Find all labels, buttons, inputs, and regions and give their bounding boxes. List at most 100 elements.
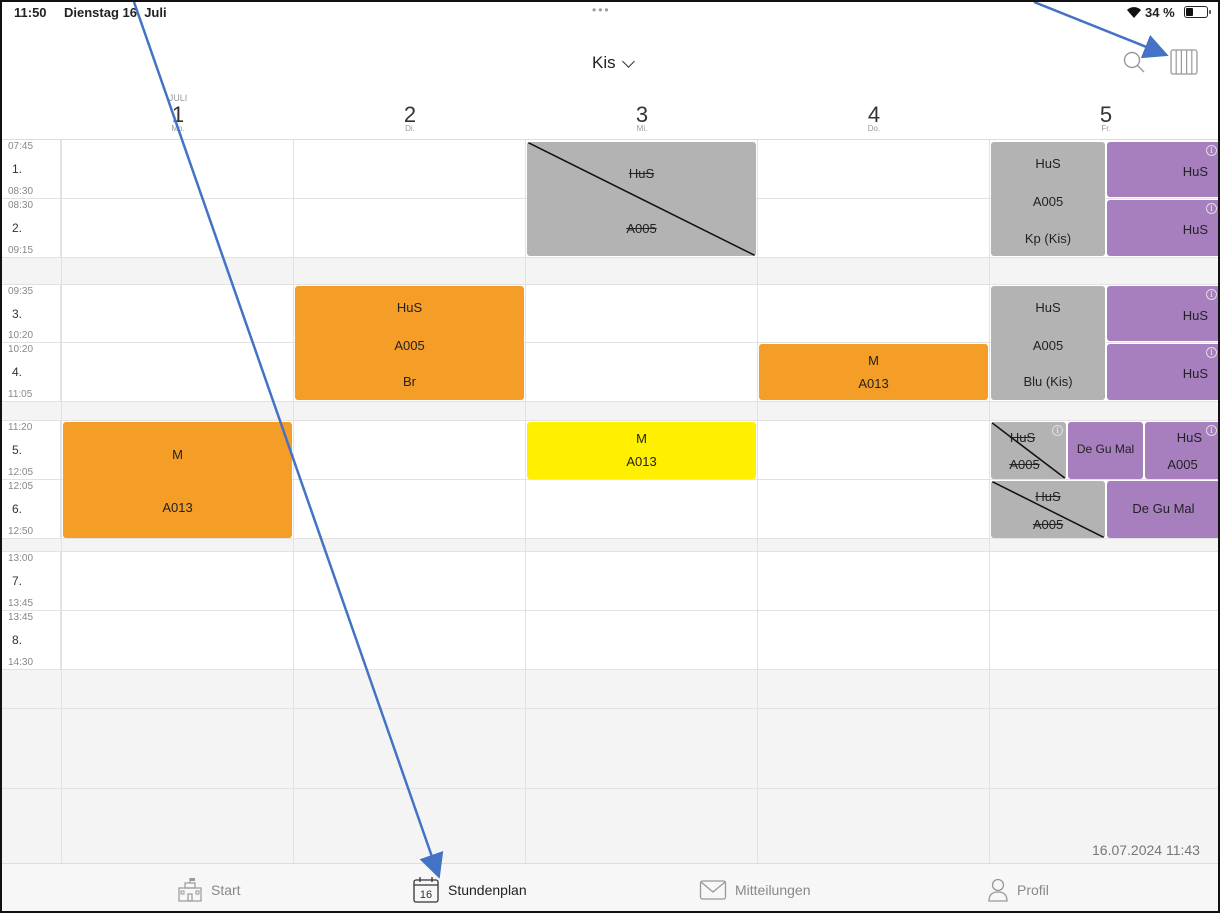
tab-label: Start [211,882,241,898]
weekday-label: Di. [405,124,415,133]
status-bar: 11:50 Dienstag 16. Juli ••• 34 % [2,2,1218,24]
info-icon[interactable]: i [1206,145,1217,156]
column-divider [989,140,990,863]
lesson-teacher: Br [403,374,416,389]
lesson-room: A013 [162,500,193,515]
period-end: 11:05 [8,389,33,400]
lesson-block[interactable]: De Gu Mal [1107,481,1218,538]
period-number: 1. [12,162,23,176]
day-header-tue[interactable]: 2 Di. [294,90,526,140]
lesson-room: A013 [626,454,657,469]
school-building-icon [178,878,202,902]
info-icon[interactable]: i [1206,425,1217,436]
period-end: 12:05 [8,467,34,478]
lesson-block[interactable]: i HuS A005 [1145,422,1218,479]
status-date: Dienstag 16. Juli [64,5,167,20]
day-header-wed[interactable]: 3 Mi. [526,90,758,140]
day-header-fri[interactable]: 5 Fr. [990,90,1218,140]
column-divider [525,140,526,863]
day-header-mon[interactable]: JULI 1 Mo. [62,90,294,140]
period-start: 13:00 [8,553,34,564]
lesson-teacher: Blu (Kis) [1023,374,1073,389]
period-number: 4. [12,365,23,379]
search-icon[interactable] [1122,50,1146,74]
week-view-icon[interactable] [1170,48,1198,76]
class-selector-label: Kis [592,53,616,72]
period-start: 12:05 [8,481,34,492]
tab-stundenplan[interactable]: 16 Stundenplan [412,864,527,911]
wifi-icon [1127,7,1141,18]
lesson-cancelled[interactable]: HuS A005 [991,481,1105,538]
tab-bar: Start 16 Stundenplan Mitteilungen Profil [2,863,1218,911]
column-divider [757,140,758,863]
column-divider [293,140,294,863]
lesson-block[interactable]: M A013 [759,344,988,400]
period-end: 13:45 [8,598,34,609]
empty-row [2,670,1218,709]
lesson-block[interactable]: i HuS [1107,142,1218,197]
person-icon [988,878,1008,902]
lesson-substitution[interactable]: HuS A005 Blu (Kis) [991,286,1105,400]
lesson-block[interactable]: M A013 [527,422,756,479]
lesson-block[interactable]: i HuS [1107,200,1218,256]
class-selector[interactable]: Kis [592,53,635,73]
tab-mitteilungen[interactable]: Mitteilungen [699,864,811,911]
status-time: 11:50 [14,5,47,20]
lesson-block[interactable]: i HuS [1107,286,1218,341]
period-start: 13:45 [8,612,34,623]
period-start: 10:20 [8,344,34,355]
lesson-substitution[interactable]: HuS A005 Kp (Kis) [991,142,1105,256]
lesson-block[interactable]: HuS A005 Br [295,286,524,400]
period-end: 10:20 [8,330,34,341]
weekday-label: Mo. [171,124,185,133]
multitask-dots-icon[interactable]: ••• [592,3,611,17]
period-start: 09:35 [8,286,34,297]
lesson-room: A005 [1009,457,1040,472]
lesson-room: A005 [394,338,425,353]
period-time-cell: 13:45 8. 14:30 [2,611,61,669]
lesson-subject: De Gu Mal [1132,501,1195,516]
empty-row [2,789,1218,863]
lesson-room: A005 [1032,194,1064,209]
calendar-icon-day: 16 [420,889,432,901]
lesson-subject: HuS [628,166,655,181]
timetable-grid: 07:45 1. 08:30 08:30 2. 09:15 09:35 3. 1… [2,140,1218,863]
period-number: 5. [12,443,23,457]
lesson-subject: HuS [1035,489,1061,504]
lesson-room: A005 [1032,338,1064,353]
tab-start[interactable]: Start [177,864,241,911]
period-number: 6. [12,502,23,516]
lesson-subject: De Gu Mal [1076,442,1135,456]
period-end: 08:30 [8,186,34,197]
day-header-thu[interactable]: 4 Do. [758,90,990,140]
lesson-block[interactable]: i HuS [1107,344,1218,400]
empty-row [2,709,1218,789]
lesson-cancelled[interactable]: HuS A005 [527,142,756,256]
lesson-subject: M [868,353,879,368]
period-end: 09:15 [8,245,34,256]
lesson-subject: HuS [1182,222,1208,237]
battery-icon [1184,6,1211,18]
info-icon[interactable]: i [1206,347,1217,358]
period-time-cell: 12:05 6. 12:50 [2,480,61,538]
tab-profil[interactable]: Profil [987,864,1049,911]
lesson-block[interactable]: M A013 [63,422,292,538]
lesson-cancelled[interactable]: i HuS A005 [991,422,1066,479]
break-row [2,258,1218,285]
envelope-icon [699,880,727,900]
break-row [2,402,1218,421]
period-start: 11:20 [8,422,33,433]
period-number: 2. [12,221,23,235]
period-end: 14:30 [8,657,34,668]
lesson-subject: M [636,431,647,446]
nav-bar: Kis [2,24,1218,90]
period-time-cell: 11:20 5. 12:05 [2,421,61,479]
info-icon[interactable]: i [1206,289,1217,300]
lesson-room: A005 [1032,517,1064,532]
info-icon[interactable]: i [1206,203,1217,214]
lesson-block[interactable]: De Gu Mal [1068,422,1143,479]
lesson-subject: HuS [1035,300,1061,315]
calendar-icon: 16 [413,877,439,903]
weekday-label: Mi. [636,124,648,133]
lesson-teacher: Kp (Kis) [1024,231,1072,246]
